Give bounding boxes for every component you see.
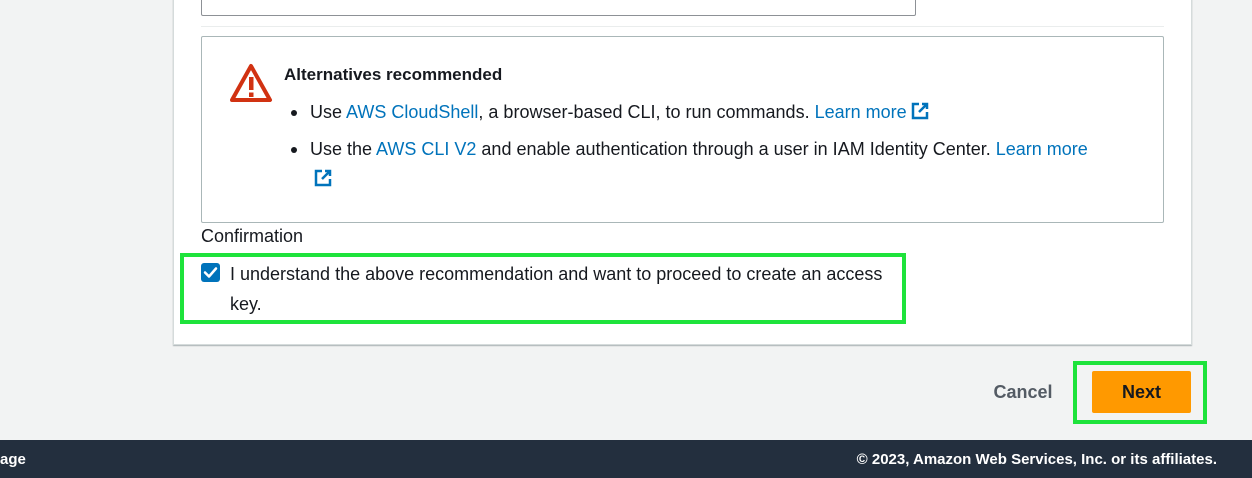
confirmation-label: Confirmation [201,226,304,246]
next-button[interactable]: Next [1092,371,1191,413]
alternatives-list: Use AWS CloudShell, a browser-based CLI,… [288,97,1108,201]
list-item: Use AWS CloudShell, a browser-based CLI,… [288,97,1108,127]
alternatives-alert: Alternatives recommended Use AWS CloudSh… [201,36,1164,223]
item-text: , a browser-based CLI, to run commands. [478,102,815,122]
divider [201,26,1164,27]
footer: age © 2023, Amazon Web Services, Inc. or… [0,440,1252,478]
learn-more-label: Learn more [814,102,907,122]
item-text: Use [310,102,347,122]
external-link-icon [313,167,333,187]
external-link-icon [910,100,930,120]
alert-title: Alternatives recommended [284,65,503,84]
learn-more-label: Learn more [995,139,1088,159]
warning-icon [228,61,274,107]
confirmation-text[interactable]: I understand the above recommendation an… [230,259,890,319]
cancel-button[interactable]: Cancel [980,373,1066,411]
confirmation-checkbox[interactable] [201,263,220,282]
footer-left-text[interactable]: age [0,451,26,468]
aws-cli-v2-link[interactable]: AWS CLI V2 [376,139,476,159]
text-input[interactable] [201,0,916,16]
learn-more-link[interactable]: Learn more [815,102,930,122]
check-icon [203,267,218,278]
item-text: Use the [310,139,377,159]
aws-cloudshell-link[interactable]: AWS CloudShell [346,102,478,122]
item-text: and enable authentication through a user… [476,139,996,159]
copyright-text: © 2023, Amazon Web Services, Inc. or its… [856,451,1217,468]
list-item: Use the AWS CLI V2 and enable authentica… [288,134,1108,194]
